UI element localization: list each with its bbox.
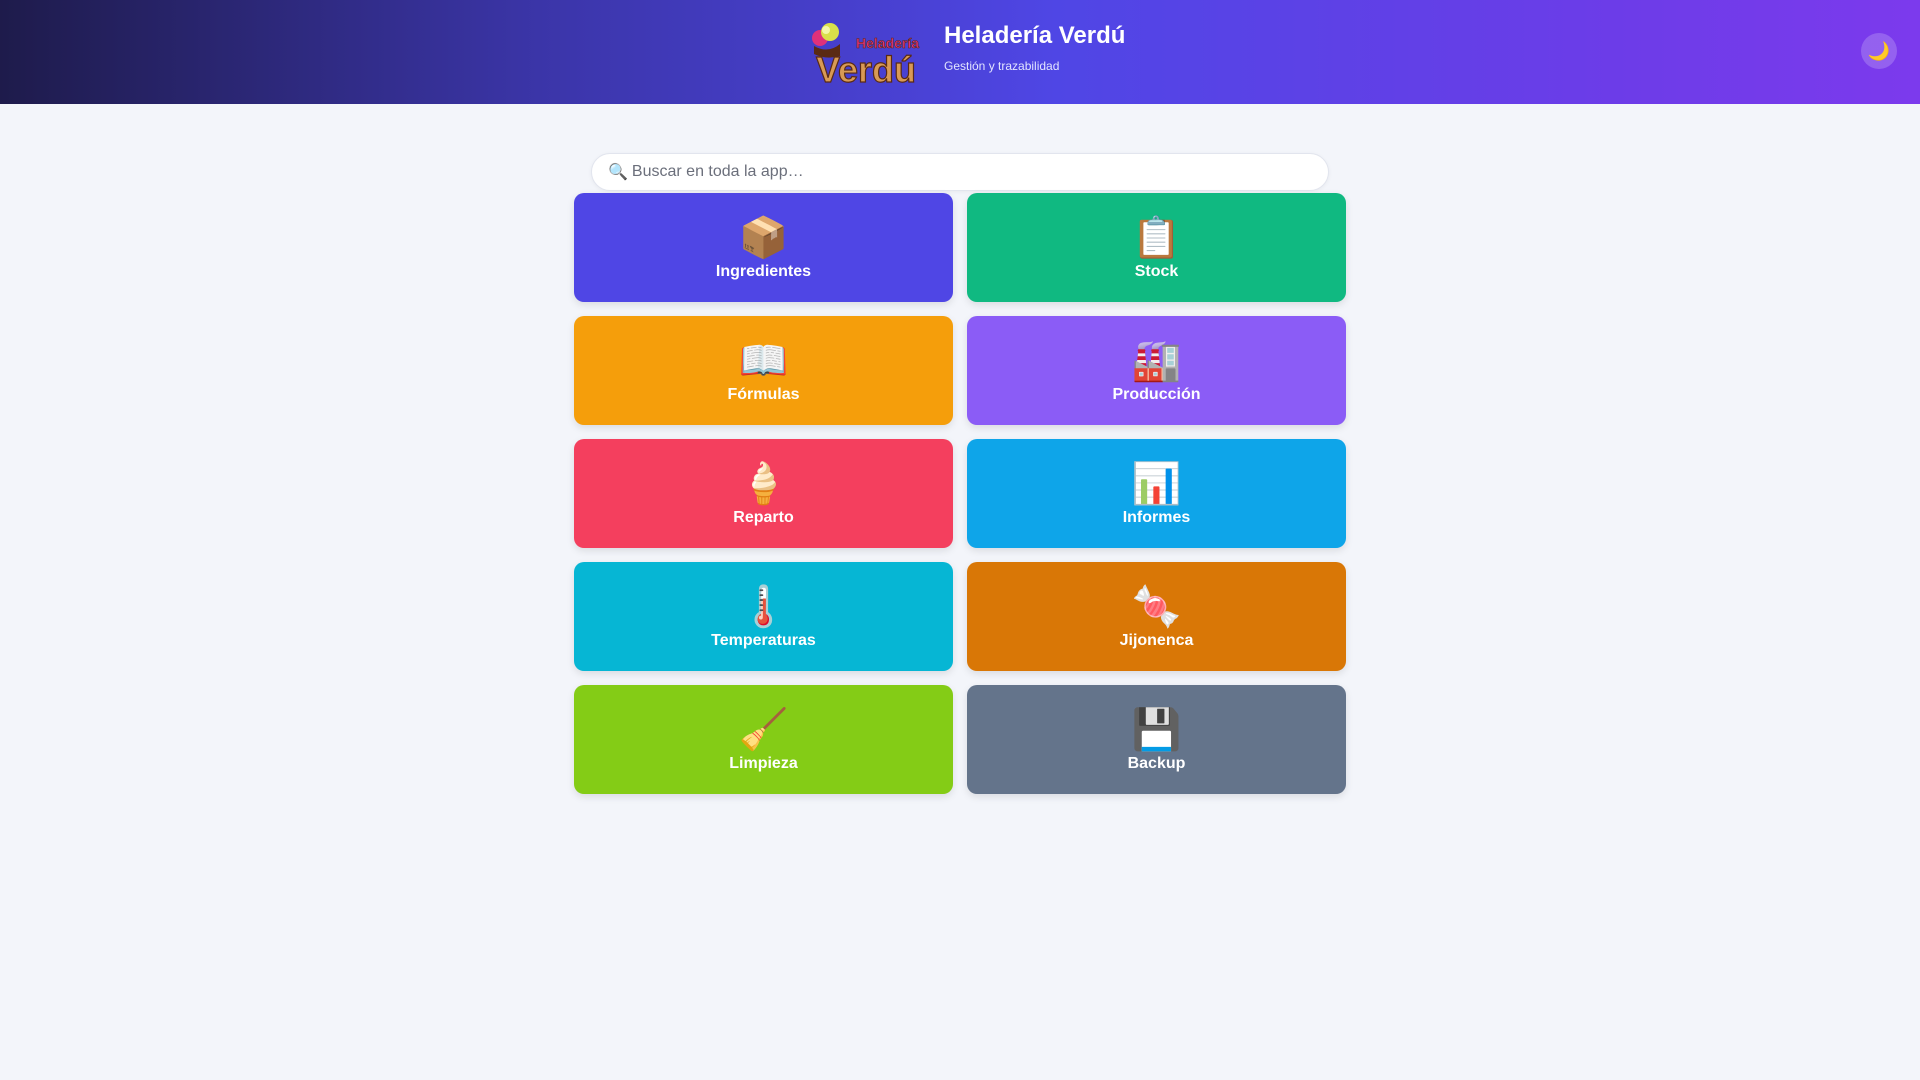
tile-produccion[interactable]: 🏭 Producción xyxy=(967,316,1346,425)
tile-label: Jijonenca xyxy=(1119,631,1194,649)
broom-icon: 🧹 xyxy=(738,707,789,752)
tile-reparto[interactable]: 🍦 Reparto xyxy=(574,439,953,548)
brand-logo: Heladería Verdú xyxy=(806,18,926,91)
candy-icon: 🍬 xyxy=(1131,584,1182,629)
tile-ingredientes[interactable]: 📦 Ingredientes xyxy=(574,193,953,302)
thermometer-icon: 🌡️ xyxy=(738,584,789,629)
tile-label: Informes xyxy=(1122,508,1191,526)
app-subtitle: Gestión y trazabilidad xyxy=(944,59,1060,73)
factory-icon: 🏭 xyxy=(1131,338,1182,383)
module-grid: 📦 Ingredientes 📋 Stock 📖 Fórmulas 🏭 Prod… xyxy=(574,193,1346,794)
search-icon: 🔍 xyxy=(608,164,628,181)
tile-informes[interactable]: 📊 Informes xyxy=(967,439,1346,548)
theme-toggle-button[interactable]: 🌙 xyxy=(1861,33,1897,69)
app-header: Heladería Verdú Heladería Verdú Gestión … xyxy=(0,0,1920,104)
tile-jijonenca[interactable]: 🍬 Jijonenca xyxy=(967,562,1346,671)
tile-label: Fórmulas xyxy=(727,385,800,403)
tile-label: Producción xyxy=(1112,385,1201,403)
tile-backup[interactable]: 💾 Backup xyxy=(967,685,1346,794)
app-title: Heladería Verdú xyxy=(944,22,1126,49)
package-icon: 📦 xyxy=(738,215,789,260)
open-book-icon: 📖 xyxy=(738,338,789,383)
tile-formulas[interactable]: 📖 Fórmulas xyxy=(574,316,953,425)
tile-label: Ingredientes xyxy=(715,262,812,280)
tile-label: Temperaturas xyxy=(711,631,816,649)
tile-temperaturas[interactable]: 🌡️ Temperaturas xyxy=(574,562,953,671)
brand-text: Heladería Verdú Gestión y trazabilidad xyxy=(944,22,1125,74)
moon-icon: 🌙 xyxy=(1867,40,1891,61)
tile-label: Stock xyxy=(1134,262,1179,280)
clipboard-icon: 📋 xyxy=(1131,215,1182,260)
tile-label: Backup xyxy=(1127,754,1186,772)
tile-label: Reparto xyxy=(733,508,794,526)
search-input[interactable] xyxy=(631,163,1312,181)
floppy-disk-icon: 💾 xyxy=(1131,707,1182,752)
global-search: 🔍 xyxy=(591,153,1329,191)
tile-label: Limpieza xyxy=(729,754,798,772)
bar-chart-icon: 📊 xyxy=(1131,461,1182,506)
ice-cream-icon: 🍦 xyxy=(738,461,789,506)
svg-text:Verdú: Verdú xyxy=(816,49,916,88)
tile-limpieza[interactable]: 🧹 Limpieza xyxy=(574,685,953,794)
tile-stock[interactable]: 📋 Stock xyxy=(967,193,1346,302)
brand: Heladería Verdú Heladería Verdú Gestión … xyxy=(806,18,1125,91)
